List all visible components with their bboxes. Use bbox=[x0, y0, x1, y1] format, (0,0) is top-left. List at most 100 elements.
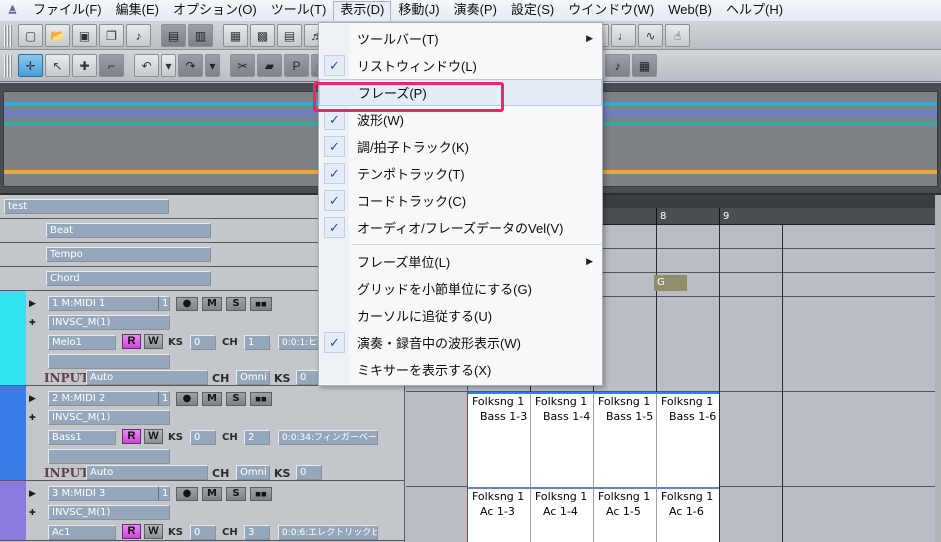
menu-item-5[interactable]: 移動(J) bbox=[391, 1, 446, 20]
midi-track-header-3[interactable]: ▶✚3 M:MIDI 31●MS◼◼INVSC_M(1)Ac1RWKS0CH30… bbox=[0, 481, 404, 541]
toolbar-grip-icon[interactable] bbox=[4, 25, 13, 47]
solo-button[interactable]: S bbox=[226, 392, 246, 406]
menu-option-12[interactable]: ミキサーを表示する(X) bbox=[319, 356, 602, 383]
undo-dropdown[interactable]: ▾ bbox=[161, 54, 176, 77]
menu-item-9[interactable]: Web(B) bbox=[661, 1, 719, 20]
add-tool[interactable]: ✚ bbox=[72, 54, 97, 77]
ch-value-field[interactable]: 1 bbox=[244, 335, 270, 350]
expand-arrow-icon[interactable]: ▶ bbox=[29, 488, 36, 499]
read-button[interactable]: R bbox=[122, 334, 141, 349]
clip-Ac1-2[interactable]: Folksng 1Ac 1-4 bbox=[530, 487, 593, 542]
expand-arrow-icon[interactable]: ▶ bbox=[29, 298, 36, 309]
redo-button[interactable]: ↷ bbox=[178, 54, 203, 77]
ks-value-field[interactable]: 0 bbox=[190, 525, 216, 540]
add-track-icon[interactable]: ✚ bbox=[29, 413, 36, 422]
mute-button[interactable]: M bbox=[202, 392, 222, 406]
track-name-label[interactable]: test bbox=[4, 199, 169, 214]
record-arm-button[interactable]: ● bbox=[176, 297, 198, 311]
menu-item-10[interactable]: ヘルプ(H) bbox=[719, 1, 790, 20]
save-audio-as-icon[interactable]: ▥ bbox=[188, 24, 213, 47]
track-name-field[interactable]: 1 M:MIDI 1 bbox=[48, 296, 170, 311]
hand-tool-icon[interactable]: ☝ bbox=[665, 24, 690, 47]
menu-option-11[interactable]: ✓演奏・録音中の波形表示(W) bbox=[319, 329, 602, 356]
add-track-icon[interactable]: ✚ bbox=[29, 508, 36, 517]
menu-option-3[interactable]: ✓波形(W) bbox=[319, 106, 602, 133]
menu-option-9[interactable]: グリッドを小節単位にする(G) bbox=[319, 275, 602, 302]
track-name-field[interactable]: 3 M:MIDI 3 bbox=[48, 486, 170, 501]
program-field[interactable]: 0:0:34:フィンガーベース bbox=[278, 430, 378, 445]
menu-option-7[interactable]: ✓オーディオ/フレーズデータのVel(V) bbox=[319, 214, 602, 241]
input-source-field[interactable]: Auto bbox=[86, 465, 208, 480]
score-window-icon[interactable]: ▤ bbox=[277, 24, 302, 47]
track-name-label[interactable]: Tempo bbox=[46, 247, 211, 262]
menu-item-1[interactable]: 編集(E) bbox=[109, 1, 166, 20]
ruler-measure-8[interactable]: 8 bbox=[656, 208, 719, 225]
track-part-name-field[interactable]: Bass1 bbox=[48, 430, 116, 445]
track-color-strip[interactable] bbox=[0, 386, 26, 480]
menu-item-8[interactable]: ウインドウ(W) bbox=[561, 1, 661, 20]
mute-button[interactable]: M bbox=[202, 297, 222, 311]
audio-note-icon[interactable]: ♪ bbox=[126, 24, 151, 47]
arrow-tool[interactable]: ↖ bbox=[45, 54, 70, 77]
save-icon[interactable]: ▣ bbox=[72, 24, 97, 47]
write-button[interactable]: W bbox=[144, 429, 163, 444]
undo-button[interactable]: ↶ bbox=[134, 54, 159, 77]
record-arm-button[interactable]: ● bbox=[176, 392, 198, 406]
cut-tool-icon[interactable]: ✂ bbox=[230, 54, 255, 77]
menu-item-4[interactable]: 表示(D) bbox=[333, 1, 391, 21]
ks-value-field[interactable]: 0 bbox=[190, 430, 216, 445]
track-instrument-field[interactable]: INVSC_M(1) bbox=[48, 505, 170, 520]
track-port-field[interactable]: 1 bbox=[158, 296, 170, 311]
ch-value-field[interactable]: 2 bbox=[244, 430, 270, 445]
input-ch-field[interactable]: Omni bbox=[236, 370, 270, 385]
midi-track-header-2[interactable]: ▶✚2 M:MIDI 21●MS◼◼INVSC_M(1)Bass1RWKS0CH… bbox=[0, 386, 404, 481]
menu-option-0[interactable]: ツールバー(T)▶ bbox=[319, 25, 602, 52]
solo-button[interactable]: S bbox=[226, 297, 246, 311]
camera-icon[interactable]: ▰ bbox=[257, 54, 282, 77]
clip-Bass1-2[interactable]: Folksng 1Bass 1-4 bbox=[530, 392, 593, 487]
menu-option-10[interactable]: カーソルに追従する(U) bbox=[319, 302, 602, 329]
track-port-field[interactable]: 1 bbox=[158, 486, 170, 501]
menu-option-1[interactable]: ✓リストウィンドウ(L) bbox=[319, 52, 602, 79]
save-audio-icon[interactable]: ▤ bbox=[161, 24, 186, 47]
read-button[interactable]: R bbox=[122, 429, 141, 444]
add-track-icon[interactable]: ✚ bbox=[29, 318, 36, 327]
grid-icon[interactable]: ▦ bbox=[632, 54, 657, 77]
track-color-strip[interactable] bbox=[0, 481, 26, 540]
clip-Bass1-1[interactable]: Folksng 1Bass 1-3 bbox=[467, 392, 530, 487]
menu-option-2[interactable]: フレーズ(P) bbox=[319, 79, 602, 106]
midi-monitor-button[interactable]: ◼◼ bbox=[250, 392, 272, 406]
track-name-field[interactable]: 2 M:MIDI 2 bbox=[48, 391, 170, 406]
input-source-field[interactable]: Auto bbox=[86, 370, 208, 385]
track-name-label[interactable]: Beat bbox=[46, 223, 211, 238]
clip-Bass1-3[interactable]: Folksng 1Bass 1-5 bbox=[593, 392, 656, 487]
clip-Ac1-3[interactable]: Folksng 1Ac 1-5 bbox=[593, 487, 656, 542]
track-part-name-field[interactable]: Melo1 bbox=[48, 335, 116, 350]
erase-tool[interactable]: ⌐ bbox=[99, 54, 124, 77]
record-window-icon[interactable]: ▦ bbox=[223, 24, 248, 47]
select-move-tool[interactable]: ✛ bbox=[18, 54, 43, 77]
track-part-name-field[interactable]: Ac1 bbox=[48, 525, 116, 540]
menu-item-3[interactable]: ツール(T) bbox=[264, 1, 334, 20]
record-arm-button[interactable]: ● bbox=[176, 487, 198, 501]
track-port-field[interactable]: 1 bbox=[158, 391, 170, 406]
open-folder-icon[interactable]: 📂 bbox=[45, 24, 70, 47]
midi-monitor-button[interactable]: ◼◼ bbox=[250, 487, 272, 501]
save-as-icon[interactable]: ❐ bbox=[99, 24, 124, 47]
menu-option-6[interactable]: ✓コードトラック(C) bbox=[319, 187, 602, 214]
menu-option-8[interactable]: フレーズ単位(L)▶ bbox=[319, 248, 602, 275]
new-file-icon[interactable]: ▢ bbox=[18, 24, 43, 47]
chord-marker-1[interactable]: G bbox=[654, 275, 687, 291]
menu-item-7[interactable]: 設定(S) bbox=[504, 1, 561, 20]
track-comment-field[interactable] bbox=[48, 449, 170, 464]
write-button[interactable]: W bbox=[144, 524, 163, 539]
mixer-icon[interactable]: ▩ bbox=[250, 24, 275, 47]
midi-monitor-button[interactable]: ◼◼ bbox=[250, 297, 272, 311]
expand-arrow-icon[interactable]: ▶ bbox=[29, 393, 36, 404]
ch-value-field[interactable]: 3 bbox=[244, 525, 270, 540]
menu-item-0[interactable]: ファイル(F) bbox=[26, 1, 109, 20]
track-comment-field[interactable] bbox=[48, 354, 170, 369]
clip-Bass1-4[interactable]: Folksng 1Bass 1-6 bbox=[656, 392, 719, 487]
note-value-icon[interactable]: ♩ bbox=[611, 24, 636, 47]
read-button[interactable]: R bbox=[122, 524, 141, 539]
